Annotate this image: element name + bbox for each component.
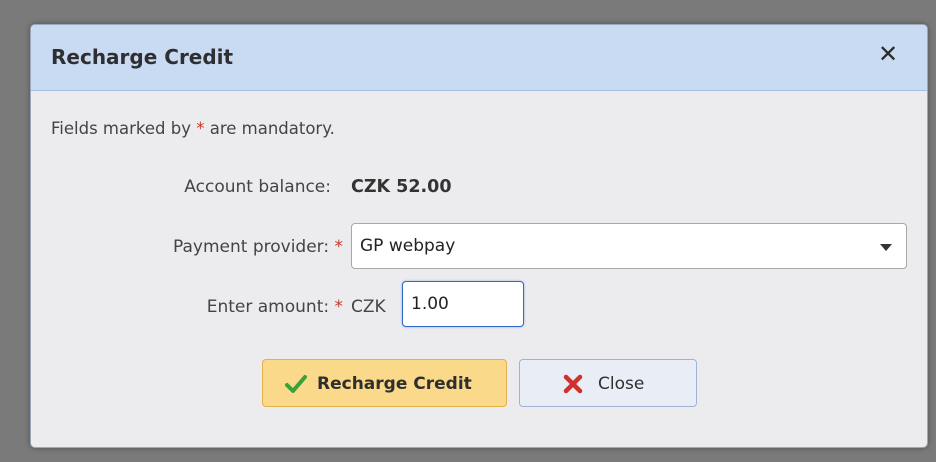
mandatory-note-suffix: are mandatory. bbox=[204, 119, 335, 138]
close-button-label: Close bbox=[598, 374, 645, 394]
payment-provider-select[interactable]: GP webpay bbox=[351, 223, 907, 269]
payment-provider-value: GP webpay bbox=[360, 236, 456, 256]
enter-amount-label: Enter amount: * bbox=[207, 297, 343, 317]
required-star: * bbox=[334, 297, 344, 317]
recharge-credit-dialog: Recharge Credit ✕ Fields marked by * are… bbox=[30, 24, 928, 448]
dialog-title: Recharge Credit bbox=[51, 45, 234, 69]
dialog-header: Recharge Credit ✕ bbox=[31, 25, 927, 91]
close-button[interactable]: Close bbox=[519, 359, 697, 407]
close-icon[interactable]: ✕ bbox=[875, 41, 901, 67]
payment-provider-label: Payment provider: * bbox=[173, 237, 343, 257]
amount-input[interactable] bbox=[402, 281, 524, 327]
chevron-down-icon bbox=[880, 244, 892, 251]
cross-icon bbox=[563, 374, 583, 394]
checkmark-icon bbox=[285, 375, 307, 393]
payment-provider-label-text: Payment provider: bbox=[173, 237, 330, 257]
mandatory-fields-note: Fields marked by * are mandatory. bbox=[51, 119, 335, 138]
mandatory-note-prefix: Fields marked by bbox=[51, 119, 197, 138]
enter-amount-label-text: Enter amount: bbox=[206, 297, 330, 317]
recharge-credit-button-label: Recharge Credit bbox=[317, 374, 472, 394]
required-star: * bbox=[334, 237, 344, 257]
amount-currency: CZK bbox=[351, 297, 386, 317]
recharge-credit-button[interactable]: Recharge Credit bbox=[262, 359, 507, 407]
account-balance-label: Account balance: bbox=[184, 177, 331, 197]
account-balance-value: CZK 52.00 bbox=[351, 177, 452, 197]
